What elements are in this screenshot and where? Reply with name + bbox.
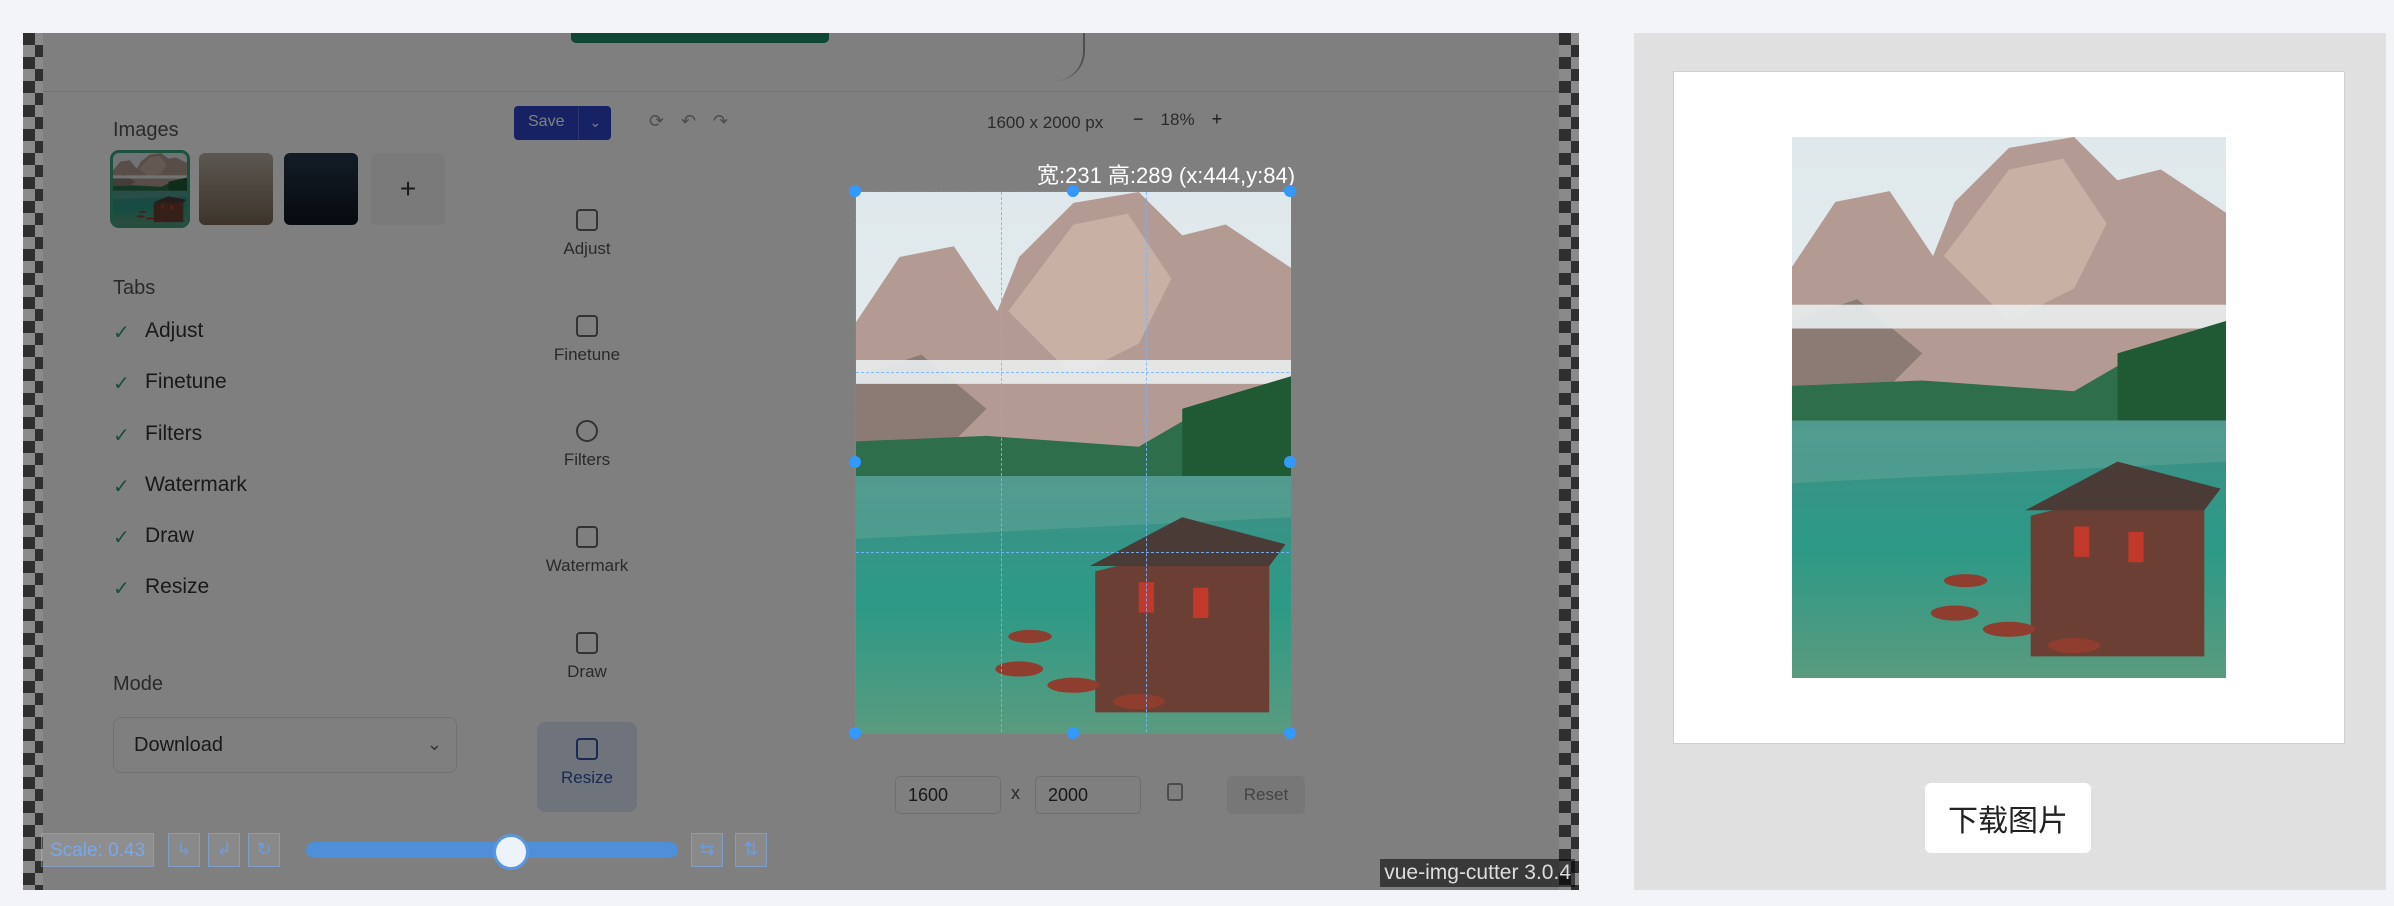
- scale-label: Scale: 0.43: [41, 833, 155, 867]
- turn-down-button[interactable]: ↲: [208, 833, 240, 867]
- dim-mask: [43, 33, 1559, 890]
- crop-box[interactable]: [849, 185, 1296, 739]
- background-image: Images + Tabs ✓ Adjust ✓ Finetune ✓ Filt…: [43, 33, 1559, 890]
- grid-line: [856, 552, 1289, 553]
- resize-handle-bottom[interactable]: [1067, 727, 1079, 739]
- version-label: vue-img-cutter 3.0.4: [1380, 859, 1575, 887]
- preview-frame: [1673, 71, 2345, 744]
- flip-vertical-button[interactable]: ⇅: [735, 833, 767, 867]
- resize-handle-top-left[interactable]: [849, 185, 861, 197]
- scale-slider-handle[interactable]: [493, 834, 529, 870]
- grid-line: [856, 372, 1289, 373]
- resize-handle-left[interactable]: [849, 456, 861, 468]
- resize-handle-right[interactable]: [1284, 456, 1296, 468]
- rotate-button[interactable]: ↻: [248, 833, 280, 867]
- image-cutter[interactable]: Images + Tabs ✓ Adjust ✓ Finetune ✓ Filt…: [23, 33, 1579, 890]
- preview-panel: 下载图片: [1634, 33, 2386, 890]
- resize-handle-top-right[interactable]: [1284, 185, 1296, 197]
- resize-handle-bottom-left[interactable]: [849, 727, 861, 739]
- grid-line: [1146, 192, 1147, 732]
- resize-handle-top[interactable]: [1067, 185, 1079, 197]
- flip-horizontal-button[interactable]: ⇆: [691, 833, 723, 867]
- download-button[interactable]: 下载图片: [1925, 783, 2091, 853]
- turn-left-button[interactable]: ↳: [168, 833, 200, 867]
- cropped-photo: [856, 192, 1291, 734]
- scale-slider[interactable]: [306, 842, 678, 858]
- preview-image: [1792, 137, 2226, 678]
- resize-handle-bottom-right[interactable]: [1284, 727, 1296, 739]
- grid-line: [1001, 192, 1002, 732]
